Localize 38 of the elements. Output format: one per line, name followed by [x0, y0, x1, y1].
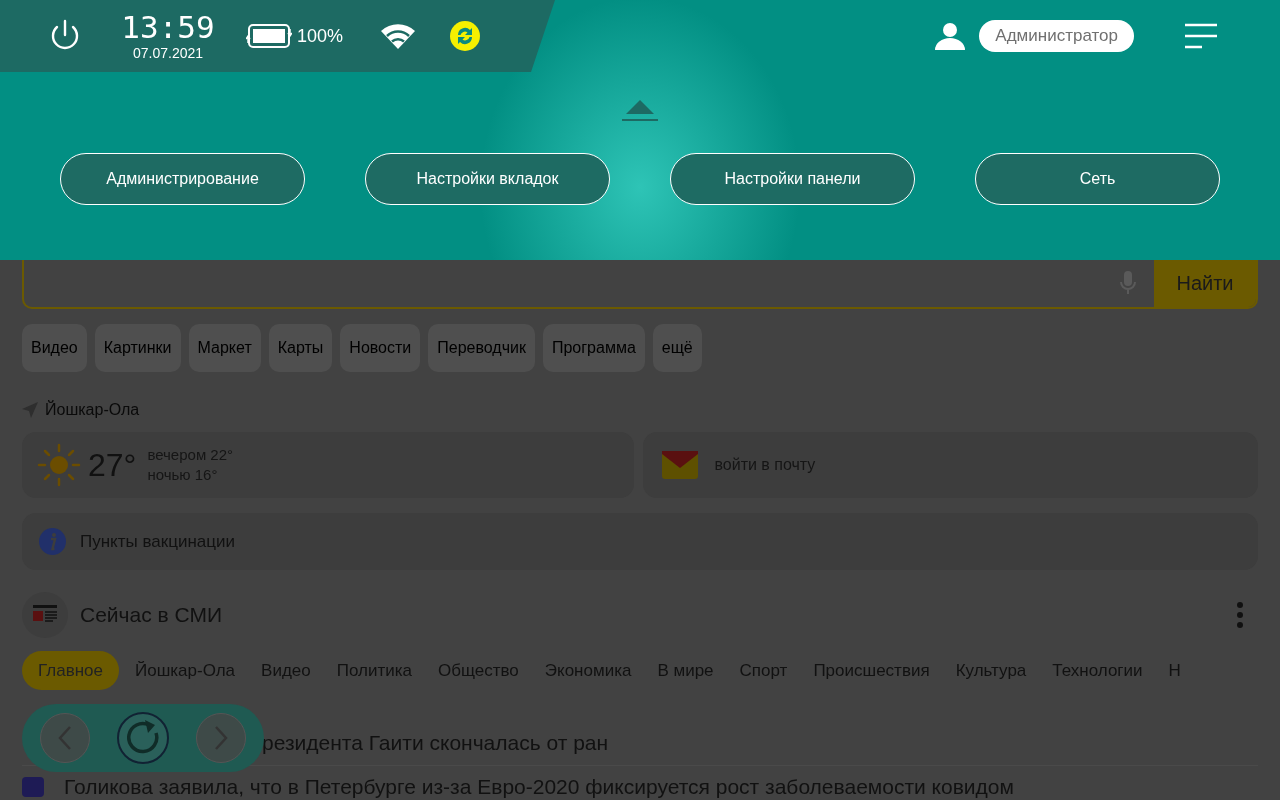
search-button[interactable]: Найти: [1154, 258, 1256, 307]
microphone-icon[interactable]: [1120, 270, 1136, 295]
news-icon: [22, 592, 68, 638]
service-chip[interactable]: Видео: [22, 324, 87, 372]
forward-button[interactable]: [196, 713, 246, 763]
info-icon: [39, 528, 66, 555]
service-chip[interactable]: ещё: [652, 324, 702, 372]
service-chip[interactable]: Картинки: [94, 324, 181, 372]
chevron-right-icon: [214, 725, 228, 751]
service-chip[interactable]: Новости: [340, 324, 421, 372]
menu-icon[interactable]: [1185, 23, 1217, 49]
back-button[interactable]: [40, 713, 90, 763]
service-chip[interactable]: Карты: [268, 324, 333, 372]
user-name[interactable]: Администратор: [979, 20, 1134, 52]
reload-button[interactable]: [117, 712, 169, 764]
panel-button[interactable]: Настройки вкладок: [365, 153, 610, 205]
service-chip[interactable]: Программа: [542, 324, 645, 372]
search-field[interactable]: Найти: [22, 258, 1258, 309]
user-icon: [935, 22, 966, 50]
sync-icon[interactable]: [449, 20, 482, 52]
wifi-icon: [381, 23, 416, 49]
panel-button[interactable]: Настройки панели: [670, 153, 915, 205]
panel-button[interactable]: Администрирование: [60, 153, 305, 205]
location-label[interactable]: Йошкар-Ола: [45, 398, 140, 422]
reload-icon: [125, 720, 161, 756]
battery-icon: [246, 23, 292, 49]
sun-icon: [37, 443, 81, 487]
more-icon[interactable]: [1237, 602, 1243, 628]
battery-level: 100%: [297, 24, 344, 48]
collapse-icon[interactable]: [622, 98, 658, 122]
news-tab[interactable]: Главное: [22, 651, 119, 690]
panel-button[interactable]: Сеть: [975, 153, 1220, 205]
envelope-icon: [661, 451, 698, 479]
clock-date: 07.07.2021: [132, 44, 204, 62]
service-chip[interactable]: Маркет: [188, 324, 261, 372]
service-chip[interactable]: Переводчик: [428, 324, 535, 372]
clock-time: 13:59: [121, 10, 215, 44]
chevron-left-icon: [58, 725, 72, 751]
